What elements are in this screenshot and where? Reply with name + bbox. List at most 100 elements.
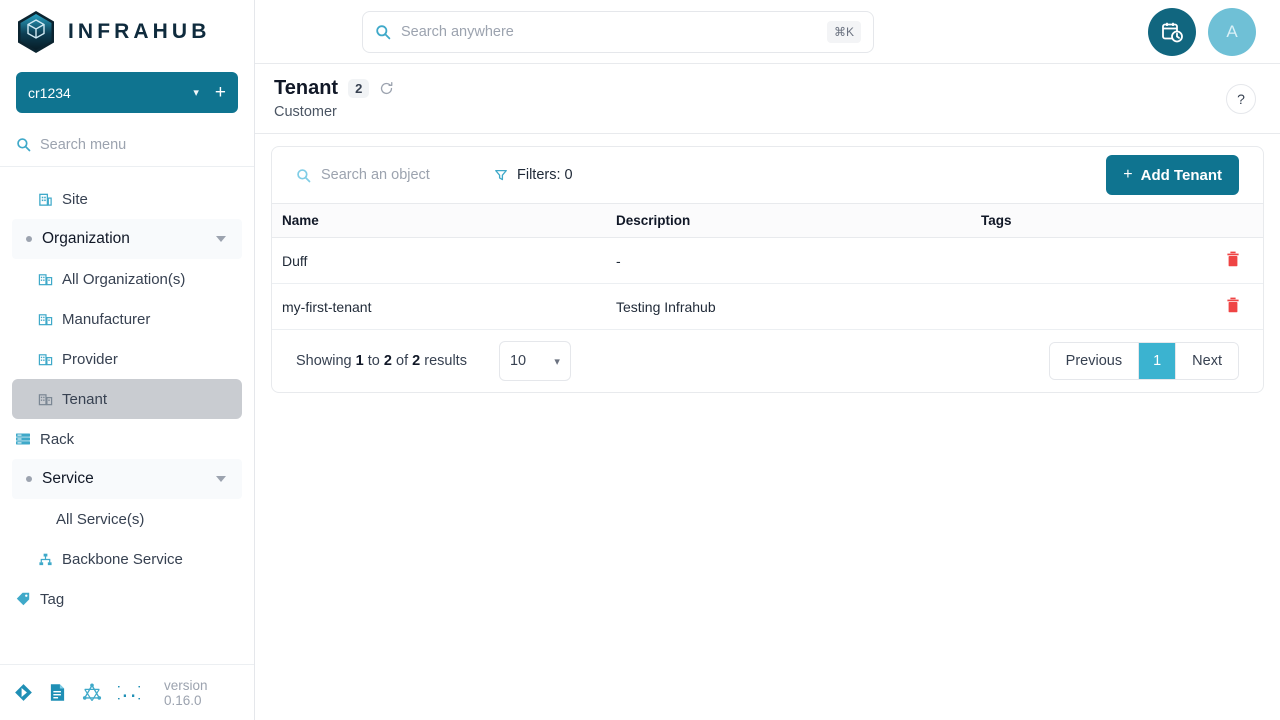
sidebar-item-label: Backbone Service: [62, 550, 183, 568]
search-object-input[interactable]: [321, 167, 486, 183]
search-menu-input[interactable]: [40, 136, 230, 153]
branch-selector-wrap: cr1234 ▾ +: [0, 64, 254, 123]
page-title-row: Tenant 2: [274, 77, 394, 100]
svg-text:{..}: {..}: [118, 685, 140, 701]
infrahub-hexagon-cube-logo-icon: [16, 10, 56, 54]
chevron-down-icon[interactable]: ▾: [193, 86, 199, 99]
results-summary: Showing 1 to 2 of 2 results: [296, 353, 467, 369]
tenant-table: Name Description Tags Duff - my-first-te…: [272, 203, 1263, 330]
page-title: Tenant: [274, 77, 339, 99]
cell-tags: [981, 283, 1203, 330]
hierarchy-icon: [34, 552, 56, 567]
rack-icon: [12, 431, 34, 447]
chevron-down-icon[interactable]: [216, 476, 226, 482]
table-row[interactable]: Duff -: [272, 237, 1263, 284]
sidebar-item-provider[interactable]: Provider: [12, 339, 242, 379]
table-body: Duff - my-first-tenant Testing Infrahub: [272, 237, 1263, 330]
pagination-controls: Previous 1 Next: [1048, 342, 1239, 380]
sidebar-item-tenant[interactable]: Tenant: [12, 379, 242, 419]
page-header-text: Tenant 2 Customer: [274, 77, 394, 120]
cell-actions: [1203, 283, 1263, 330]
previous-page-button[interactable]: Previous: [1049, 343, 1140, 379]
showing-prefix: Showing: [296, 353, 352, 369]
organization-icon: [34, 352, 56, 367]
git-branch-icon[interactable]: [14, 683, 33, 702]
add-tenant-label: Add Tenant: [1140, 166, 1222, 184]
pagination-bar: Showing 1 to 2 of 2 results 10 ▾ Previou…: [272, 330, 1263, 392]
next-page-button[interactable]: Next: [1176, 343, 1238, 379]
table-row[interactable]: my-first-tenant Testing Infrahub: [272, 283, 1263, 330]
sidebar-item-manufacturer[interactable]: Manufacturer: [12, 299, 242, 339]
table-header-row: Name Description Tags: [272, 203, 1263, 238]
showing-from: 1: [355, 353, 364, 369]
page-number-button[interactable]: 1: [1139, 343, 1177, 379]
filters-label: Filters: 0: [517, 167, 573, 183]
organization-icon: [34, 272, 56, 287]
building-icon: [34, 192, 56, 207]
avatar-initial: A: [1226, 21, 1238, 41]
cell-description: Testing Infrahub: [616, 283, 981, 330]
sidebar-item-label: Manufacturer: [62, 310, 151, 328]
global-search-wrap[interactable]: ⌘K: [362, 10, 874, 53]
graphql-icon[interactable]: [82, 683, 102, 703]
search-anywhere-input[interactable]: [401, 23, 817, 40]
cell-description: -: [616, 237, 981, 284]
chevron-down-icon: ▾: [554, 355, 560, 368]
document-icon[interactable]: [49, 683, 66, 702]
search-shortcut-badge: ⌘K: [826, 20, 861, 43]
table-head: Name Description Tags: [272, 203, 1263, 238]
table-toolbar: Filters: 0 + Add Tenant: [272, 147, 1263, 203]
nav-scroll-mask: [0, 167, 254, 179]
showing-results-word: results: [424, 353, 467, 369]
showing-total: 2: [412, 353, 421, 369]
add-tenant-button[interactable]: + Add Tenant: [1106, 155, 1239, 195]
sidebar-group-service[interactable]: Service: [12, 459, 242, 499]
sidebar: INFRAHUB cr1234 ▾ + Search menu Site Org…: [0, 0, 255, 720]
main-area: ⌘K A: [255, 0, 1280, 720]
sidebar-item-label: Rack: [40, 430, 75, 448]
object-count-badge: 2: [348, 79, 370, 98]
time-travel-button[interactable]: [1148, 7, 1196, 56]
refresh-icon[interactable]: [379, 81, 394, 96]
sidebar-item-rack[interactable]: Rack: [12, 419, 242, 459]
filter-icon: [494, 168, 508, 182]
page-size-select[interactable]: 10 ▾: [498, 341, 571, 381]
app-version: version 0.16.0: [164, 677, 208, 708]
object-search-wrap[interactable]: [296, 167, 494, 183]
sidebar-item-label: All Organization(s): [62, 270, 186, 288]
user-avatar[interactable]: A: [1208, 7, 1256, 56]
sidebar-group-label: Service: [42, 470, 94, 487]
topbar-actions: A: [1148, 7, 1256, 56]
sidebar-nav: Site Organization All Organization(s) Ma…: [0, 167, 254, 664]
content-area: Filters: 0 + Add Tenant Name Description…: [255, 134, 1280, 405]
app-root: INFRAHUB cr1234 ▾ + Search menu Site Org…: [0, 0, 1280, 720]
sidebar-item-all-services[interactable]: All Service(s): [12, 499, 242, 539]
cell-name: Duff: [272, 237, 616, 284]
trash-icon[interactable]: [1226, 297, 1240, 313]
sidebar-footer: {..} version 0.16.0: [0, 664, 254, 720]
tag-icon: [12, 591, 34, 607]
search-icon: [296, 168, 311, 183]
showing-to-word: to: [367, 353, 380, 369]
sidebar-item-site[interactable]: Site: [12, 179, 242, 219]
column-header-tags[interactable]: Tags: [981, 203, 1203, 238]
trash-icon[interactable]: [1226, 251, 1240, 267]
chevron-down-icon[interactable]: [216, 236, 226, 242]
branch-selector[interactable]: cr1234 ▾ +: [16, 72, 238, 113]
sidebar-item-backbone-service[interactable]: Backbone Service: [12, 539, 242, 579]
sidebar-item-all-organizations[interactable]: All Organization(s): [12, 259, 242, 299]
column-header-name[interactable]: Name: [272, 203, 616, 238]
page-size-value: 10: [509, 353, 527, 369]
sidebar-group-organization[interactable]: Organization: [12, 219, 242, 259]
page-header: Tenant 2 Customer ?: [255, 64, 1280, 134]
filters-button[interactable]: Filters: 0: [494, 167, 573, 183]
organization-icon: [34, 312, 56, 327]
column-header-description[interactable]: Description: [616, 203, 981, 238]
branch-name: cr1234: [28, 84, 71, 101]
json-braces-icon[interactable]: {..}: [118, 683, 140, 702]
sidebar-item-tag[interactable]: Tag: [12, 579, 242, 619]
brand-header[interactable]: INFRAHUB: [0, 0, 254, 64]
plus-icon[interactable]: +: [215, 83, 226, 102]
sidebar-item-label: Tenant: [62, 390, 108, 408]
help-button[interactable]: ?: [1226, 83, 1256, 114]
